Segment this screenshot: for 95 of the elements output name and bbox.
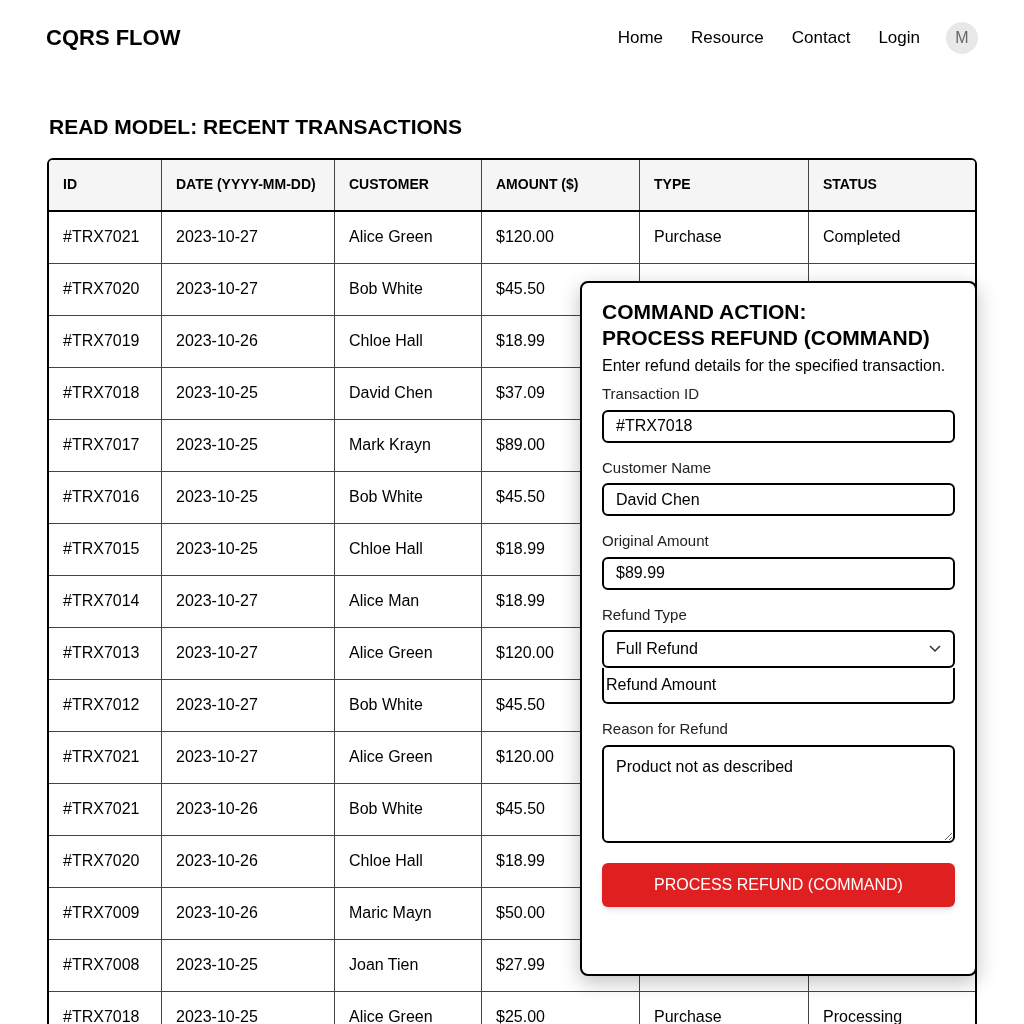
- table-cell-text: Purchase: [654, 227, 722, 247]
- nav-link[interactable]: Resource: [689, 24, 766, 51]
- chevron-down-icon: [929, 645, 941, 653]
- table-cell-text: 2023-10-27: [176, 591, 258, 611]
- table-cell-text: #TRX7016: [63, 487, 140, 507]
- table-cell-text: Alice Man: [349, 591, 420, 611]
- column-header: AMOUNT ($): [481, 159, 639, 210]
- table-cell-text: Joan Tien: [349, 955, 419, 975]
- table-cell-text: #TRX7008: [63, 955, 140, 975]
- table-cell-text: #TRX7019: [63, 331, 140, 351]
- column-header: TYPE: [639, 159, 808, 210]
- column-header: STATUS: [808, 159, 975, 210]
- table-cell-text: #TRX7018: [63, 1007, 140, 1024]
- table-cell-text: 2023-10-27: [176, 643, 258, 663]
- table-cell-text: Completed: [823, 227, 901, 247]
- table-cell-text: 2023-10-26: [176, 903, 258, 923]
- text-field[interactable]: #TRX7018: [602, 409, 955, 443]
- table-cell-text: Maric Mayn: [349, 903, 432, 923]
- table-cell-text: #TRX7021: [63, 227, 140, 247]
- table-cell-text: $18.99: [496, 851, 545, 871]
- table-cell-text: 2023-10-25: [176, 1007, 258, 1024]
- table-cell-text: Alice Green: [349, 227, 433, 247]
- table-cell-text: Bob White: [349, 487, 423, 507]
- nav-link[interactable]: Login: [876, 24, 922, 51]
- column-header: ID: [62, 175, 78, 194]
- table-cell-text: 2023-10-27: [176, 227, 258, 247]
- table-cell-text: #TRX7015: [63, 539, 140, 559]
- dropdown-field[interactable]: Full Refund: [602, 630, 955, 668]
- table-cell-text: 2023-10-25: [176, 539, 258, 559]
- table-cell-text: 2023-10-26: [176, 799, 258, 819]
- table-cell-text: $37.09: [496, 383, 545, 403]
- table-cell-text: Alice Green: [349, 643, 433, 663]
- table-cell-text: $27.99: [496, 955, 545, 975]
- column-header: CUSTOMER: [334, 159, 481, 210]
- table-cell-text: Purchase: [654, 1007, 722, 1024]
- process-refund-button[interactable]: PROCESS REFUND (COMMAND): [602, 862, 955, 907]
- table-cell-text: Chloe Hall: [349, 851, 423, 871]
- input-field[interactable]: Refund Amount: [602, 668, 955, 704]
- avatar[interactable]: M: [946, 21, 978, 54]
- text-field[interactable]: David Chen: [602, 483, 955, 516]
- table-cell-text: 2023-10-25: [176, 487, 258, 507]
- table-cell-text: 2023-10-25: [176, 435, 258, 455]
- table-cell-text: #TRX7013: [63, 643, 140, 663]
- table-cell-text: 2023-10-26: [176, 851, 258, 871]
- table-cell-text: Chloe Hall: [349, 331, 423, 351]
- table-cell-text: $120.00: [496, 227, 554, 247]
- brand-logo[interactable]: CQRS FLOW: [46, 21, 181, 54]
- table-cell-text: $45.50: [496, 695, 545, 715]
- table-cell-text: $50.00: [496, 903, 545, 923]
- section-title: READ MODEL: RECENT TRANSACTIONS: [49, 114, 463, 140]
- table-cell-text: #TRX7021: [63, 747, 140, 767]
- table-cell-text: 2023-10-27: [176, 747, 258, 767]
- nav-link[interactable]: Home: [615, 24, 666, 51]
- table-cell-text: #TRX7017: [63, 435, 140, 455]
- table-cell-text: Bob White: [349, 279, 423, 299]
- table-cell-text: #TRX7012: [63, 695, 140, 715]
- textarea-field[interactable]: Product not as described: [602, 744, 955, 843]
- table-cell-text: #TRX7009: [63, 903, 140, 923]
- table-cell-text: $18.99: [496, 591, 545, 611]
- field-label: Customer Name: [602, 457, 713, 478]
- table-cell-text: David Chen: [349, 383, 433, 403]
- field-label: Refund Type: [602, 604, 688, 625]
- table-cell-text: Mark Krayn: [349, 435, 431, 455]
- table-cell-text: $25.00: [496, 1007, 545, 1024]
- table-cell-text: #TRX7018: [63, 383, 140, 403]
- table-cell-text: 2023-10-27: [176, 695, 258, 715]
- table-cell-text: #TRX7014: [63, 591, 140, 611]
- field-label: Original Amount: [602, 531, 710, 551]
- table-cell-text: 2023-10-25: [176, 955, 258, 975]
- table-cell-text: Alice Green: [349, 1007, 433, 1024]
- table-cell-text: #TRX7021: [63, 799, 140, 819]
- column-header: DATE (YYYY-MM-DD): [161, 159, 334, 210]
- table-cell-text: $18.99: [496, 539, 545, 559]
- text-field[interactable]: $89.99: [602, 556, 955, 590]
- table-cell-text: #TRX7020: [63, 279, 140, 299]
- table-cell-text: Bob White: [349, 695, 423, 715]
- table-cell-text: 2023-10-26: [176, 331, 258, 351]
- table-cell-text: Chloe Hall: [349, 539, 423, 559]
- table-cell-text: 2023-10-27: [176, 279, 258, 299]
- table-cell-text: $45.50: [496, 799, 545, 819]
- table-cell-text: $45.50: [496, 487, 545, 507]
- table-cell-text: $45.50: [496, 279, 545, 299]
- table-cell-text: Alice Green: [349, 747, 433, 767]
- table-cell-text: 2023-10-25: [176, 383, 258, 403]
- panel-description: Enter refund details for the specified transaction.: [602, 356, 947, 376]
- field-label: Transaction ID: [602, 384, 700, 404]
- table-cell-text: Bob White: [349, 799, 423, 819]
- field-label: Reason for Refund: [602, 719, 729, 739]
- nav-link[interactable]: Contact: [789, 24, 853, 51]
- table-cell-text: $120.00: [496, 747, 554, 767]
- table-cell-text: #TRX7020: [63, 851, 140, 871]
- panel-title: COMMAND ACTION: PROCESS REFUND (COMMAND): [602, 299, 931, 351]
- table-cell-text: $89.00: [496, 435, 545, 455]
- table-cell-text: $120.00: [496, 643, 554, 663]
- table-cell-text: $18.99: [496, 331, 545, 351]
